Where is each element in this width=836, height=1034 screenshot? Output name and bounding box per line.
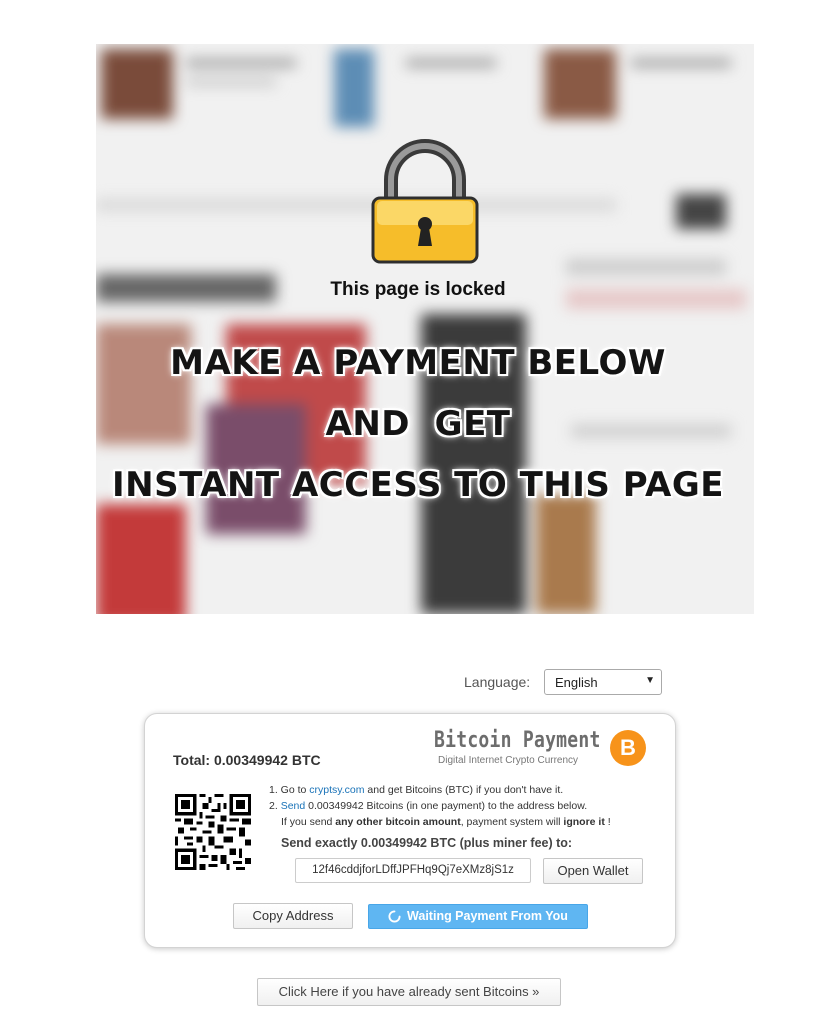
instruction-warning: If you send any other bitcoin amount, pa… bbox=[269, 814, 611, 830]
blurred-content bbox=[96, 44, 754, 614]
headline-instant-access: INSTANT ACCESS TO THIS PAGE bbox=[112, 465, 724, 505]
copy-address-button[interactable]: Copy Address bbox=[233, 903, 353, 929]
send-link[interactable]: Send bbox=[281, 800, 306, 812]
warning-part-e: ! bbox=[604, 816, 611, 828]
waiting-payment-button[interactable]: Waiting Payment From You bbox=[368, 904, 588, 929]
dropdown-arrow-icon: ▼ bbox=[645, 675, 655, 686]
bitcoin-payment-subtitle: Digital Internet Crypto Currency bbox=[438, 755, 579, 766]
step-1-prefix: 1. Go to bbox=[269, 784, 310, 796]
total-value: 0.00349942 bbox=[213, 752, 288, 768]
qr-code bbox=[175, 794, 251, 870]
locked-page-preview bbox=[96, 44, 754, 614]
bitcoin-logo-icon: B bbox=[610, 730, 646, 766]
spinner-icon bbox=[388, 910, 401, 923]
language-selected-value: English bbox=[555, 675, 598, 690]
waiting-label: Waiting Payment From You bbox=[407, 909, 568, 923]
bitcoin-address-field[interactable]: 12f46cddjforLDffJPFHq9Qj7eXMz8jS1z bbox=[295, 858, 531, 883]
warning-part-d: ignore it bbox=[563, 816, 605, 828]
payment-instructions: 1. Go to cryptsy.com and get Bitcoins (B… bbox=[269, 782, 611, 830]
headline-make-payment: MAKE A PAYMENT BELOW bbox=[170, 343, 666, 383]
warning-part-a: If you send bbox=[281, 816, 336, 828]
step-2-prefix: 2. bbox=[269, 800, 281, 812]
language-select[interactable]: English ▼ bbox=[544, 669, 662, 695]
total-amount: Total: 0.00349942 BTC bbox=[173, 752, 321, 768]
headline-and-get: AND GET bbox=[325, 404, 511, 444]
instruction-step-2: 2. Send 0.00349942 Bitcoins (in one paym… bbox=[269, 798, 611, 814]
payment-box: Total: 0.00349942 BTC Bitcoin Payment Di… bbox=[144, 713, 676, 948]
step-1-suffix: and get Bitcoins (BTC) if you don't have… bbox=[364, 784, 564, 796]
total-currency: BTC bbox=[291, 752, 321, 768]
already-sent-button[interactable]: Click Here if you have already sent Bitc… bbox=[257, 978, 561, 1006]
cryptsy-link[interactable]: cryptsy.com bbox=[309, 784, 364, 796]
warning-part-c: , payment system will bbox=[460, 816, 564, 828]
step-2-suffix: 0.00349942 Bitcoins (in one payment) to … bbox=[305, 800, 588, 812]
locked-notice: This page is locked bbox=[330, 279, 506, 300]
bitcoin-payment-title: Bitcoin Payment bbox=[434, 728, 601, 753]
padlock-icon bbox=[371, 139, 479, 264]
warning-part-b: any other bitcoin amount bbox=[335, 816, 461, 828]
instruction-step-1: 1. Go to cryptsy.com and get Bitcoins (B… bbox=[269, 782, 611, 798]
open-wallet-button[interactable]: Open Wallet bbox=[543, 858, 643, 884]
language-label: Language: bbox=[464, 674, 531, 690]
send-exact-instruction: Send exactly 0.00349942 BTC (plus miner … bbox=[281, 836, 573, 850]
total-label: Total: bbox=[173, 752, 211, 768]
